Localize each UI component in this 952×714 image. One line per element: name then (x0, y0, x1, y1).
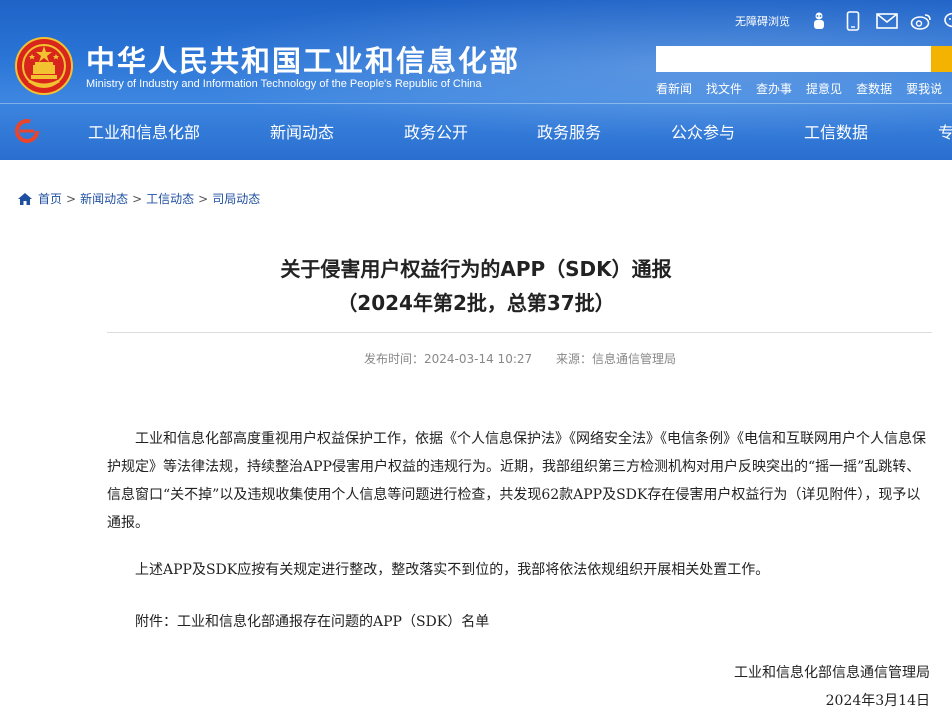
mail-icon[interactable] (876, 10, 898, 32)
signature-date: 2024年3月14日 (825, 693, 930, 709)
breadcrumb-industry-news[interactable]: 工信动态 (146, 190, 194, 207)
article-source: 来源：信息通信管理局 (555, 352, 676, 366)
nav-item-special[interactable]: 专 (938, 119, 952, 143)
nav-item-data[interactable]: 工信数据 (804, 119, 868, 143)
breadcrumb-separator: > (198, 191, 209, 206)
nav-item-services[interactable]: 政务服务 (537, 119, 601, 143)
quick-link-files[interactable]: 找文件 (706, 80, 742, 97)
search-button[interactable] (931, 46, 952, 72)
article-title: 关于侵害用户权益行为的APP（SDK）通报 (280, 257, 672, 281)
article-paragraph: 工业和信息化部高度重视用户权益保护工作，依据《个人信息保护法》《网络安全法》《电… (107, 431, 926, 531)
nav-item-affairs[interactable]: 政务公开 (404, 119, 468, 143)
robot-icon[interactable] (808, 10, 830, 32)
breadcrumb-separator: > (66, 191, 77, 206)
quick-links: 看新闻 找文件 查办事 提意见 查数据 要我说 (656, 80, 942, 97)
wechat-icon[interactable] (944, 10, 952, 32)
nav-divider (0, 103, 952, 104)
site-header: 中华人民共和国工业和信息化部 Ministry of Industry and … (0, 0, 952, 160)
quick-link-feedback[interactable]: 提意见 (806, 80, 842, 97)
breadcrumb-bureau-news[interactable]: 司局动态 (212, 190, 260, 207)
title-divider (107, 332, 932, 333)
attachment-link[interactable]: 附件：工业和信息化部通报存在问题的APP（SDK）名单 (107, 608, 932, 636)
article-paragraph: 上述APP及SDK应按有关规定进行整改，整改落实不到位的，我部将依法依规组织开展… (135, 562, 770, 578)
mobile-icon[interactable] (842, 10, 864, 32)
top-toolbar: 无障碍浏览 (735, 10, 952, 32)
breadcrumb: 首页 > 新闻动态 > 工信动态 > 司局动态 (18, 190, 260, 207)
quick-link-services[interactable]: 查办事 (756, 80, 792, 97)
home-icon[interactable] (18, 192, 32, 205)
nav-item-participation[interactable]: 公众参与 (671, 119, 735, 143)
article-subtitle: （2024年第2批，总第37批） (337, 291, 615, 315)
publish-time: 发布时间：2024-03-14 10:27 (364, 352, 533, 366)
quick-link-data[interactable]: 查数据 (856, 80, 892, 97)
signature-organization: 工业和信息化部信息通信管理局 (734, 665, 930, 681)
national-emblem-icon[interactable] (15, 37, 73, 95)
breadcrumb-home[interactable]: 首页 (38, 190, 62, 207)
breadcrumb-news[interactable]: 新闻动态 (80, 190, 128, 207)
site-title-cn[interactable]: 中华人民共和国工业和信息化部 (86, 38, 520, 80)
quick-link-news[interactable]: 看新闻 (656, 80, 692, 97)
e-logo-icon[interactable] (14, 118, 40, 144)
quick-link-speak[interactable]: 要我说 (906, 80, 942, 97)
barrier-free-link[interactable]: 无障碍浏览 (735, 13, 790, 29)
breadcrumb-separator: > (132, 191, 143, 206)
site-title-en: Ministry of Industry and Information Tec… (86, 78, 482, 90)
weibo-icon[interactable] (910, 10, 932, 32)
nav-item-ministry[interactable]: 工业和信息化部 (88, 119, 200, 143)
search-input[interactable] (656, 46, 931, 72)
nav-item-news[interactable]: 新闻动态 (270, 119, 334, 143)
article-meta: 发布时间：2024-03-14 10:27 来源：信息通信管理局 (0, 350, 952, 367)
